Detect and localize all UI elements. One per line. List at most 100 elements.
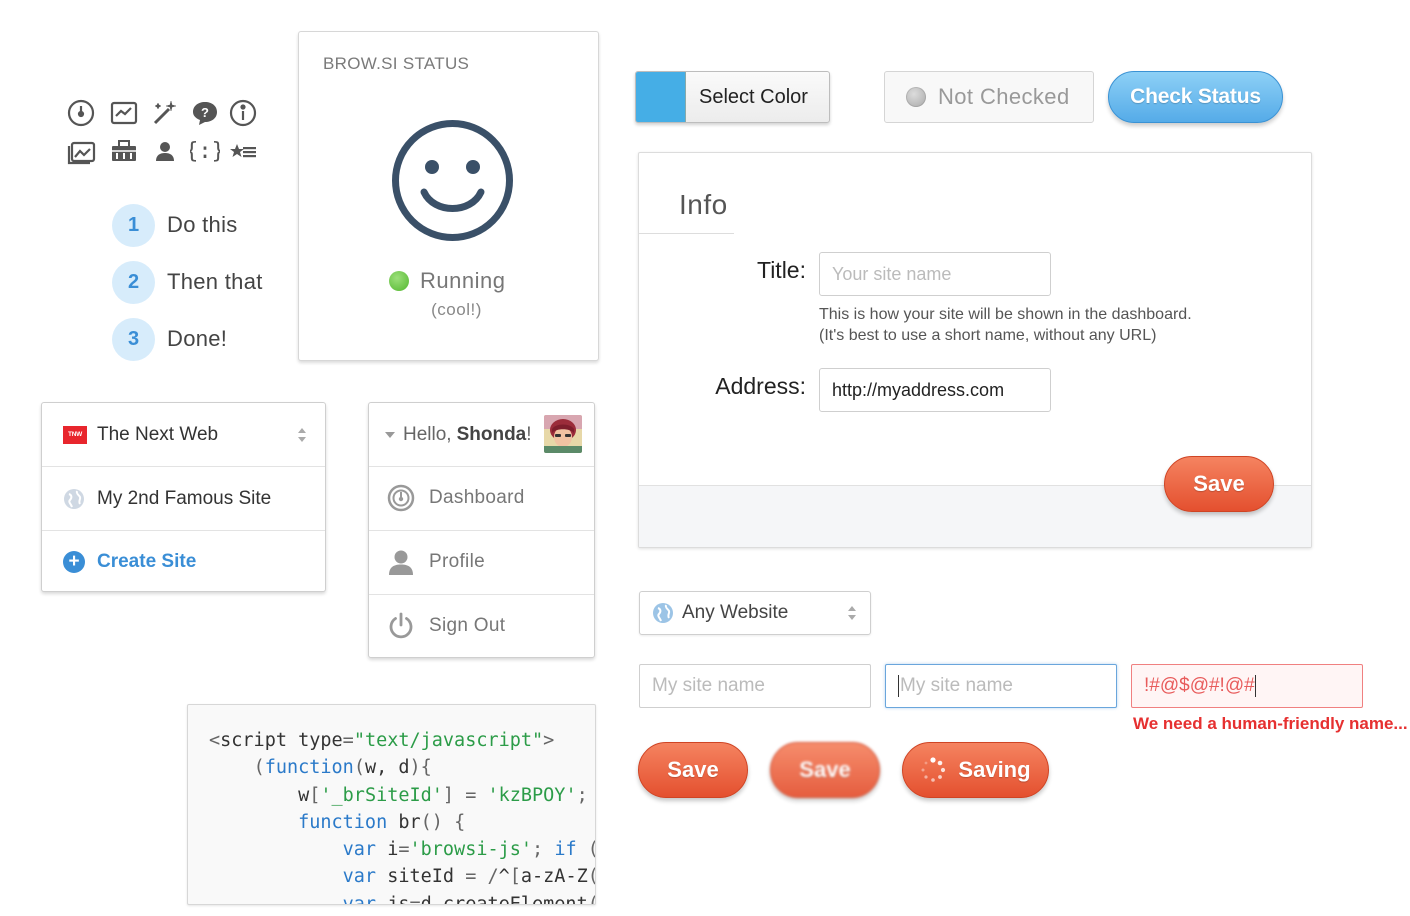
not-checked-status[interactable]: Not Checked: [884, 71, 1094, 123]
power-icon: [389, 612, 413, 639]
check-status-label: Check Status: [1130, 85, 1261, 108]
sort-arrows-icon: [848, 606, 856, 620]
gallery-icon: [66, 136, 96, 166]
step-item: 3 Done!: [112, 316, 312, 362]
help-line: This is how your site will be shown in t…: [819, 306, 1192, 323]
step-item: 1 Do this: [112, 202, 312, 248]
chart-window-icon: [109, 98, 139, 128]
site-name-input-focused[interactable]: My site name: [885, 664, 1117, 708]
site-item-label: The Next Web: [97, 423, 219, 445]
spinner-icon: [921, 757, 946, 782]
save-label: Save: [667, 757, 719, 782]
title-underline: [639, 233, 734, 234]
greeting-text: Hello,: [403, 423, 452, 445]
code-line: var js=d.createElement(: [342, 893, 595, 905]
radio-icon: [906, 87, 926, 107]
website-filter-select[interactable]: Any Website: [639, 591, 871, 635]
site-item-label: My 2nd Famous Site: [97, 487, 272, 509]
toolbox-icon: [109, 136, 139, 166]
tnw-logo-icon: TNW: [63, 425, 87, 444]
color-swatch: [636, 72, 686, 122]
error-input-value: !#@$@#!@#: [1144, 675, 1255, 696]
info-panel-title: Info: [679, 189, 728, 220]
save-label: Save: [1193, 471, 1245, 496]
user-menu: Hello, Shonda! Dashboard Profile Sign Ou…: [368, 402, 595, 658]
menu-item-dashboard[interactable]: Dashboard: [369, 466, 594, 530]
website-filter-value: Any Website: [682, 602, 789, 623]
step-label: Then that: [167, 269, 263, 294]
user-menu-toggle[interactable]: Hello, Shonda!: [385, 403, 532, 466]
placeholder-text: My site name: [652, 675, 765, 696]
greeting-bang: !: [526, 423, 532, 445]
site-item-the-next-web[interactable]: TNW The Next Web: [42, 403, 325, 466]
status-card: BROW.SI STATUS Running (cool!): [298, 31, 599, 361]
info-save-button[interactable]: Save: [1164, 456, 1274, 512]
status-dot-icon: [389, 271, 409, 291]
text-cursor: [898, 675, 899, 697]
create-site-label: Create Site: [97, 550, 197, 572]
title-input[interactable]: Your site name: [819, 252, 1051, 296]
user-name: Shonda: [456, 423, 527, 445]
address-field-label: Address:: [715, 373, 806, 399]
status-card-title: BROW.SI STATUS: [323, 54, 470, 73]
step-number: 1: [112, 203, 155, 247]
dashboard-icon: [387, 484, 415, 512]
site-name-input-normal[interactable]: My site name: [639, 664, 871, 708]
site-name-input-error[interactable]: !#@$@#!@#: [1131, 664, 1363, 708]
saving-label: Saving: [958, 757, 1031, 782]
help-bubble-icon: ?: [190, 98, 220, 128]
select-color-label: Select Color: [699, 85, 808, 108]
magic-wand-icon: [150, 98, 180, 128]
info-icon: [228, 98, 258, 128]
menu-item-label: Dashboard: [429, 487, 525, 508]
globe-icon: [653, 603, 673, 623]
status-indicator: Running: [389, 268, 505, 294]
star-list-icon: [228, 136, 258, 166]
help-line: (It's best to use a short name, without …: [819, 327, 1157, 344]
status-note: (cool!): [431, 300, 482, 319]
placeholder-text: My site name: [900, 675, 1013, 696]
menu-item-label: Profile: [429, 551, 485, 572]
code-text: <script type="text/javascript"> (functio…: [209, 727, 595, 905]
info-panel: Info Title: Your site name This is how y…: [638, 152, 1312, 548]
step-label: Do this: [167, 212, 238, 237]
save-label: Save: [799, 757, 851, 782]
save-button[interactable]: Save: [638, 742, 748, 798]
code-snippet[interactable]: <script type="text/javascript"> (functio…: [187, 704, 596, 905]
code-line: (function(w, d){: [253, 757, 432, 779]
user-icon: [150, 136, 180, 166]
title-field-label: Title:: [757, 257, 806, 283]
saving-button[interactable]: Saving: [902, 742, 1049, 798]
profile-icon: [389, 550, 413, 575]
validation-error-message: We need a human-friendly name...: [1133, 714, 1408, 733]
menu-item-sign-out[interactable]: Sign Out: [369, 594, 594, 658]
menu-item-profile[interactable]: Profile: [369, 530, 594, 594]
site-item-my-2nd-famous-site[interactable]: My 2nd Famous Site: [42, 467, 325, 530]
text-cursor: [1254, 675, 1256, 697]
save-button-pressed[interactable]: Save: [770, 742, 880, 798]
title-help-text: This is how your site will be shown in t…: [819, 304, 1192, 346]
site-switcher-menu: TNW The Next Web My 2nd Famous Site + Cr…: [41, 402, 326, 592]
step-number: 3: [112, 317, 155, 361]
globe-icon: [64, 488, 84, 509]
sort-arrows-icon: [298, 428, 306, 442]
select-color-button[interactable]: Select Color: [635, 71, 830, 123]
step-number: 2: [112, 260, 155, 304]
code-line: var siteId = /^[a-zA-Z(: [342, 866, 595, 888]
not-checked-label: Not Checked: [938, 84, 1070, 109]
svg-text:?: ?: [201, 105, 209, 120]
code-line: var i='browsi-js'; if (: [342, 839, 595, 861]
menu-item-label: Sign Out: [429, 615, 506, 636]
dashboard-gauge-icon: [66, 98, 96, 128]
code-braces-icon: {:}: [190, 136, 220, 166]
check-status-button[interactable]: Check Status: [1108, 71, 1283, 123]
step-item: 2 Then that: [112, 259, 312, 305]
status-text: Running: [420, 268, 506, 293]
create-site-button[interactable]: + Create Site: [42, 530, 325, 593]
address-input[interactable]: http://myaddress.com: [819, 368, 1051, 412]
smiley-face-icon: [392, 120, 513, 241]
step-label: Done!: [167, 326, 228, 351]
code-line: w['_brSiteId'] = 'kzBPOY';: [209, 784, 588, 806]
avatar[interactable]: [544, 415, 582, 453]
plus-circle-icon: +: [63, 550, 85, 573]
